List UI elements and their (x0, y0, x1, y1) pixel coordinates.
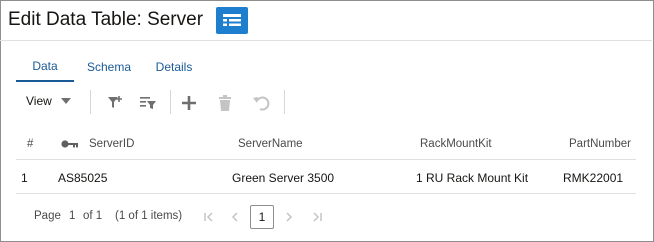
next-page-icon (280, 208, 298, 226)
add-icon[interactable] (178, 92, 200, 114)
delete-icon (214, 92, 236, 114)
toolbar-divider (284, 90, 285, 114)
column-header-rackmountkit[interactable]: RackMountKit (420, 127, 492, 160)
tab-details[interactable]: Details (146, 52, 202, 82)
tab-schema[interactable]: Schema (80, 52, 138, 82)
previous-page-icon (226, 208, 244, 226)
pagination: Page 1 of 1 (1 of 1 items) 1 (34, 204, 634, 230)
column-header-partnumber[interactable]: PartNumber (569, 127, 631, 160)
cell-rackmountkit[interactable]: 1 RU Rack Mount Kit (416, 161, 528, 194)
cell-servername[interactable]: Green Server 3500 (232, 161, 334, 194)
pager-items-label: (1 of 1 items) (115, 210, 183, 222)
column-header-label: ServerID (89, 137, 135, 150)
cell-index: 1 (21, 170, 28, 185)
view-menu-label: View (26, 94, 52, 108)
cell-serverid[interactable]: AS85025 (58, 161, 107, 194)
pager-current-page: 1 (69, 210, 76, 222)
toolbar-divider (170, 90, 171, 114)
tab-bar: Data Schema Details (0, 52, 652, 84)
first-page-icon (200, 208, 218, 226)
filter-rows-icon[interactable] (137, 92, 159, 114)
column-header-servername[interactable]: ServerName (238, 127, 303, 160)
page-button[interactable]: 1 (250, 205, 274, 229)
view-menu-button[interactable]: View (26, 94, 71, 108)
toolbar-divider (90, 90, 91, 114)
table-header-row: # ServerID ServerName RackMountKit PartN… (16, 127, 636, 160)
column-header-index: # (27, 137, 34, 150)
undo-icon (250, 92, 272, 114)
page-header: Edit Data Table: Server (0, 0, 652, 41)
table-icon (216, 7, 248, 34)
column-header-serverid[interactable]: ServerID (61, 127, 134, 160)
toolbar: View (0, 88, 652, 118)
chevron-down-icon (60, 98, 71, 104)
pager-page-label: Page (34, 210, 61, 222)
tab-data[interactable]: Data (16, 52, 74, 82)
filter-add-icon[interactable] (104, 92, 126, 114)
last-page-icon (308, 208, 326, 226)
key-icon (61, 139, 79, 149)
cell-partnumber[interactable]: RMK22001 (563, 161, 623, 194)
table-row[interactable]: 1 AS85025 Green Server 3500 1 RU Rack Mo… (16, 161, 636, 194)
pager-of-label: of 1 (83, 210, 103, 222)
page-title: Edit Data Table: Server (8, 9, 204, 30)
